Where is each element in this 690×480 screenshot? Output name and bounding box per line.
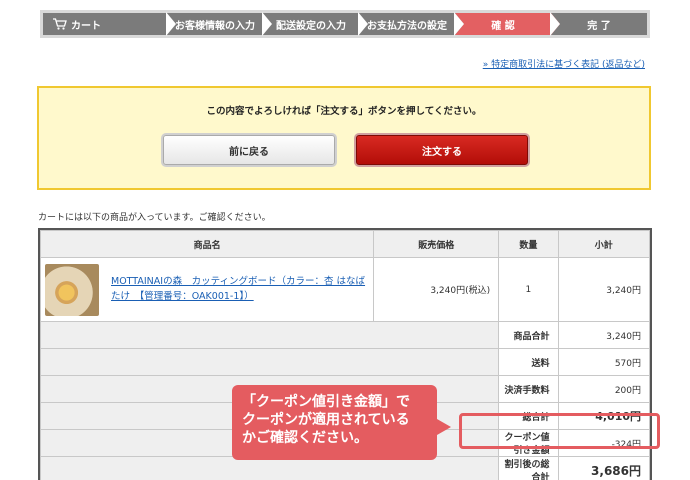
product-thumbnail[interactable] (45, 263, 99, 316)
product-name-line2: たけ 【管理番号：OAK001-1】） (111, 290, 254, 302)
product-link[interactable]: MOTTAINAIの森 カッティングボード（カラー：杏 はなば たけ 【管理番号… (111, 275, 365, 304)
callout-line: 「クーポン値引き金額」で (242, 394, 410, 410)
legal-notice-link[interactable]: » 特定商取引法に基づく表記 (返品など) (483, 57, 645, 70)
coupon-highlight-frame (459, 413, 660, 449)
summary-row: 割引後の総合計 3,686円 (39, 456, 651, 480)
back-button[interactable]: 前に戻る (163, 135, 335, 165)
cart-intro-text: カートには以下の商品が入っています。ご確認ください。 (38, 213, 271, 223)
header-qty: 数量 (498, 230, 559, 258)
callout-line: クーポンが適用されている (242, 412, 410, 429)
product-cell: MOTTAINAIの森 カッティングボード（カラー：杏 はなば たけ 【管理番号… (39, 257, 375, 322)
header-price: 販売価格 (373, 230, 500, 258)
product-qty: 1 (498, 257, 559, 322)
checkout-progress-steps: カート お客様情報の入力 配送設定の入力 お支払方法の設定 確 認 完 了 (40, 10, 650, 38)
product-subtotal: 3,240円 (557, 257, 651, 322)
step-customer-info: お客様情報の入力 (167, 12, 272, 36)
summary-label: 決済手数料 (498, 375, 559, 403)
summary-row: 送料 570円 (39, 348, 651, 376)
callout-line: かご確認ください。 (242, 430, 368, 447)
product-name-line1: MOTTAINAIの森 カッティングボード（カラー：杏 はなば (111, 275, 366, 287)
confirm-notice-box: この内容でよろしければ「注文する」ボタンを押してください。 前に戻る 注文する (37, 86, 651, 190)
step-confirm: 確 認 (455, 12, 560, 36)
summary-row: 商品合計 3,240円 (39, 321, 651, 349)
step-label: 確 認 (491, 20, 515, 32)
step-delivery: 配送設定の入力 (263, 12, 368, 36)
header-subtotal: 小計 (557, 230, 651, 258)
step-label: カート (71, 20, 101, 32)
step-complete: 完 了 (551, 13, 647, 35)
summary-label: 送料 (498, 348, 559, 376)
summary-value: 3,240円 (557, 321, 651, 349)
notice-text: この内容でよろしければ「注文する」ボタンを押してください。 (206, 106, 482, 117)
step-label: お支払方法の設定 (367, 20, 447, 32)
summary-label: 商品合計 (498, 321, 559, 349)
step-payment: お支払方法の設定 (359, 12, 464, 36)
product-price: 3,240円(税込) (373, 257, 500, 322)
summary-value: 570円 (557, 348, 651, 376)
table-row: MOTTAINAIの森 カッティングボード（カラー：杏 はなば たけ 【管理番号… (39, 257, 651, 322)
step-cart: カート (43, 12, 176, 36)
cart-icon (53, 18, 67, 30)
step-label: お客様情報の入力 (175, 20, 255, 32)
order-button[interactable]: 注文する (356, 135, 528, 165)
step-label: 完 了 (587, 20, 611, 32)
coupon-callout: 「クーポン値引き金額」で クーポンが適用されている かご確認ください。 (232, 385, 451, 460)
summary-label: 割引後の総合計 (498, 456, 559, 480)
header-product-name: 商品名 (39, 230, 375, 258)
summary-value: 3,686円 (557, 456, 651, 480)
step-label: 配送設定の入力 (276, 20, 346, 32)
summary-value: 200円 (557, 375, 651, 403)
